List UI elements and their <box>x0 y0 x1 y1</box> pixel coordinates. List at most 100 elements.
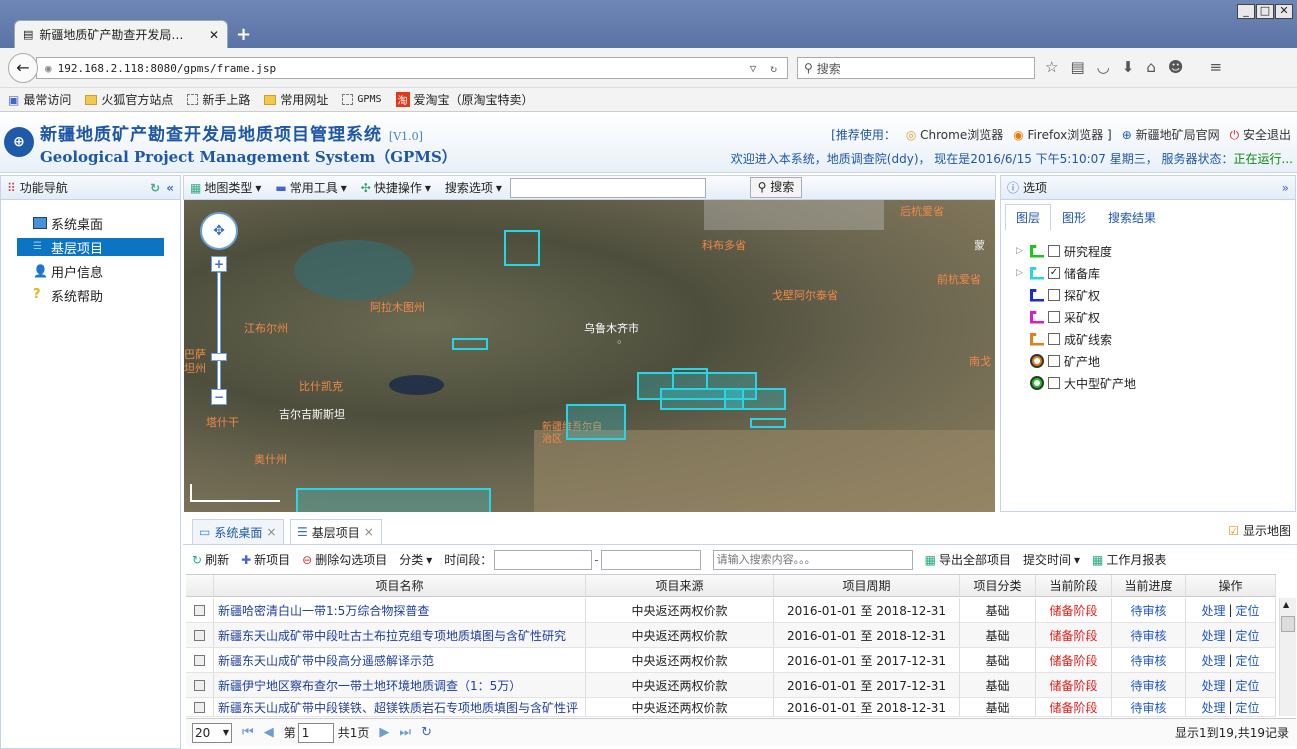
table-row[interactable]: 新疆伊宁地区察布查尔一带土地环境地质调查（1：5万） 中央返还两权价款 2016-0… <box>186 673 1276 698</box>
row-checkbox[interactable] <box>186 673 214 697</box>
page-number-input[interactable]: 1 <box>297 722 334 743</box>
new-tab-button[interactable]: + <box>236 24 251 45</box>
satellite-map[interactable]: 乌鲁木齐市 ◦ 阿拉木图州 江布尔州 吉尔吉斯斯坦 科布多省 戈壁阿尔泰省 后杭… <box>184 200 995 512</box>
close-window-button[interactable]: ✕ <box>1275 4 1293 19</box>
table-row[interactable]: 新疆东天山成矿带中段吐古土布拉克组专项地质填图与含矿性研究 中央返还两权价款 201… <box>186 623 1276 648</box>
header-source[interactable]: 项目来源 <box>586 575 774 596</box>
scroll-up-icon[interactable]: ▲ <box>1283 600 1289 609</box>
locate-link[interactable]: 定位 <box>1236 627 1260 644</box>
bookmark-firefox-sites[interactable]: 火狐官方站点 <box>85 91 173 108</box>
map-search-input[interactable] <box>509 177 706 198</box>
expand-arrow-icon[interactable]: ▷ <box>1016 246 1026 256</box>
minimize-button[interactable]: _ <box>1237 4 1255 19</box>
checkbox[interactable] <box>194 604 205 616</box>
submit-time-dropdown[interactable]: 提交时间 ▾ <box>1023 551 1080 568</box>
project-name-link[interactable]: 新疆东天山成矿带中段镁铁、超镁铁质岩石专项地质填图与含矿性评 <box>214 698 586 716</box>
logout-link[interactable]: ⏻ 安全退出 <box>1230 126 1291 143</box>
nav-item-projects[interactable]: ☰ 基层项目 <box>17 238 164 257</box>
tab-search-results[interactable]: 搜索结果 <box>1097 204 1167 231</box>
header-period[interactable]: 项目周期 <box>774 575 960 596</box>
chrome-link[interactable]: ◎ Chrome浏览器 <box>906 126 1003 143</box>
layer-item[interactable]: 矿产地 <box>1016 352 1216 370</box>
end-date-input[interactable] <box>600 549 701 570</box>
reading-list-icon[interactable]: ▤ <box>1070 58 1084 76</box>
header-name[interactable]: 项目名称 <box>214 575 586 596</box>
header-progress[interactable]: 当前进度 <box>1112 575 1186 596</box>
bookmark-getting-started[interactable]: 新手上路 <box>187 91 250 108</box>
firefox-link[interactable]: ◉ Firefox浏览器 ] <box>1013 126 1112 143</box>
row-checkbox[interactable] <box>186 598 214 622</box>
home-icon[interactable]: ⌂ <box>1146 58 1156 76</box>
layer-item[interactable]: 探矿权 <box>1016 286 1216 304</box>
delete-button[interactable]: ⊖ 删除勾选项目 <box>302 551 387 568</box>
close-icon[interactable]: × <box>266 525 276 539</box>
zoom-slider-track[interactable] <box>217 272 221 390</box>
zoom-out-button[interactable]: − <box>211 389 227 405</box>
reserve-area[interactable] <box>296 488 491 512</box>
download-icon[interactable]: ⬇ <box>1122 58 1135 76</box>
layer-checkbox[interactable] <box>1048 333 1060 345</box>
layer-checkbox[interactable] <box>1048 355 1060 367</box>
layer-checkbox[interactable]: ✓ <box>1048 267 1060 279</box>
map-search-button[interactable]: ⚲ 搜索 <box>750 177 802 198</box>
new-project-button[interactable]: ✚ 新项目 <box>241 551 290 568</box>
last-page-icon[interactable]: ⏭ <box>399 725 411 740</box>
project-name-link[interactable]: 新疆哈密清白山一带1:5万综合物探普查 <box>214 598 586 622</box>
locate-link[interactable]: 定位 <box>1236 677 1260 694</box>
table-scrollbar[interactable]: ▲ <box>1279 598 1296 716</box>
project-name-link[interactable]: 新疆东天山成矿带中段高分遥感解译示范 <box>214 648 586 672</box>
reserve-area[interactable] <box>750 418 786 428</box>
table-row[interactable]: 新疆东天山成矿带中段高分遥感解译示范 中央返还两权价款 2016-01-01 至 2… <box>186 648 1276 673</box>
page-size-select[interactable]: 20 ▼ <box>192 722 232 743</box>
header-category[interactable]: 项目分类 <box>960 575 1036 596</box>
chat-icon[interactable]: ☻ <box>1168 58 1184 76</box>
layer-item[interactable]: 采矿权 <box>1016 308 1216 326</box>
dropdown-icon[interactable]: ▽ <box>750 62 757 75</box>
browser-search[interactable]: ⚲ 搜索 <box>797 57 1035 79</box>
layer-checkbox[interactable] <box>1048 311 1060 323</box>
layer-checkbox[interactable] <box>1048 289 1060 301</box>
layer-checkbox[interactable] <box>1048 245 1060 257</box>
tab-desktop[interactable]: ▭ 系统桌面 × <box>192 519 284 544</box>
first-page-icon[interactable]: ⏮ <box>242 725 254 740</box>
bookmark-aitaobao[interactable]: 淘爱淘宝（原淘宝特卖） <box>395 91 534 108</box>
checkbox[interactable] <box>194 654 205 666</box>
search-options-dropdown[interactable]: 搜索选项 ▾ <box>445 179 502 196</box>
reserve-area[interactable] <box>724 388 786 410</box>
checkbox[interactable] <box>194 679 205 691</box>
scroll-thumb[interactable] <box>1281 616 1295 632</box>
locate-link[interactable]: 定位 <box>1236 602 1260 619</box>
locate-link[interactable]: 定位 <box>1236 699 1260 716</box>
layer-item[interactable]: ▷ ✓ 储备库 <box>1016 264 1216 282</box>
process-link[interactable]: 处理 <box>1201 627 1225 644</box>
reserve-area[interactable] <box>566 404 626 440</box>
browser-tab[interactable]: ▤ 新疆地质矿产勘查开发局… ✕ <box>14 20 228 48</box>
start-date-input[interactable] <box>494 549 593 570</box>
expand-icon[interactable]: » <box>1282 181 1289 195</box>
refresh-button[interactable]: ↻ 刷新 <box>192 551 229 568</box>
collapse-icon[interactable]: « <box>166 181 174 195</box>
refresh-icon[interactable]: ↻ <box>150 181 160 195</box>
zoom-in-button[interactable]: + <box>211 256 227 272</box>
nav-item-user[interactable]: 👤 用户信息 <box>17 262 164 281</box>
row-checkbox[interactable] <box>186 648 214 672</box>
reload-page-icon[interactable]: ↻ <box>421 725 432 740</box>
bookmark-common-sites[interactable]: 常用网址 <box>264 91 328 108</box>
category-dropdown[interactable]: 分类 ▾ <box>399 551 432 568</box>
prev-page-icon[interactable]: ◀ <box>264 725 274 740</box>
bookmark-gpms[interactable]: GPMS <box>342 94 382 105</box>
back-button[interactable]: ← <box>8 53 38 83</box>
table-row[interactable]: 新疆东天山成矿带中段镁铁、超镁铁质岩石专项地质填图与含矿性评 中央返还两权价款 20… <box>186 698 1276 717</box>
url-bar[interactable]: ◉ 192.168.2.118:8080/gpms/frame.jsp ▽ ↻ <box>36 57 788 79</box>
tab-layers[interactable]: 图层 <box>1005 204 1052 231</box>
show-map-toggle[interactable]: ☑ 显示地图 <box>1228 522 1291 539</box>
next-page-icon[interactable]: ▶ <box>379 725 389 740</box>
project-name-link[interactable]: 新疆伊宁地区察布查尔一带土地环境地质调查（1：5万） <box>214 673 586 697</box>
nav-item-desktop[interactable]: 系统桌面 <box>17 214 164 233</box>
process-link[interactable]: 处理 <box>1201 652 1225 669</box>
expand-arrow-icon[interactable]: ▷ <box>1016 268 1026 278</box>
row-checkbox[interactable] <box>186 623 214 647</box>
process-link[interactable]: 处理 <box>1201 699 1225 716</box>
process-link[interactable]: 处理 <box>1201 677 1225 694</box>
menu-icon[interactable]: ≡ <box>1209 58 1222 76</box>
